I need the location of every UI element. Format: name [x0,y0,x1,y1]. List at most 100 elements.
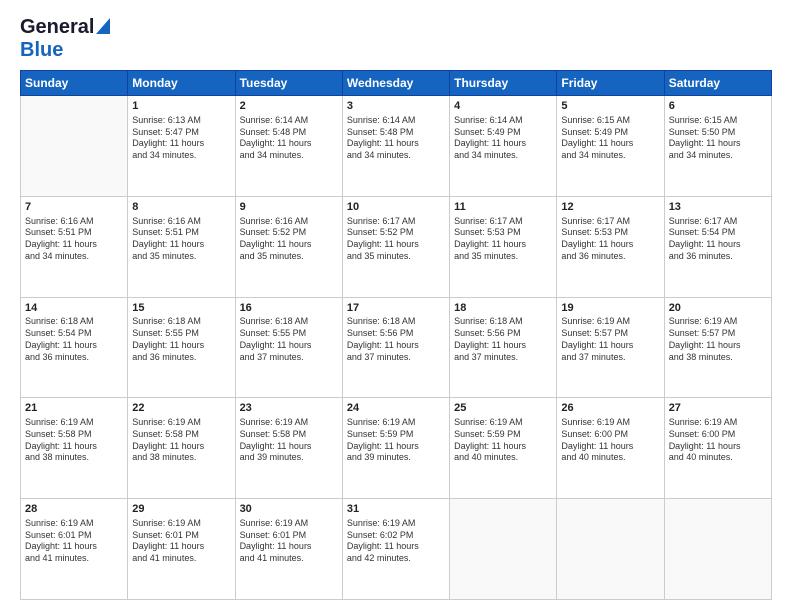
weekday-header-wednesday: Wednesday [342,71,449,96]
day-info: Sunrise: 6:17 AM Sunset: 5:53 PM Dayligh… [561,216,659,263]
weekday-header-row: SundayMondayTuesdayWednesdayThursdayFrid… [21,71,772,96]
calendar-cell: 27Sunrise: 6:19 AM Sunset: 6:00 PM Dayli… [664,398,771,499]
weekday-header-thursday: Thursday [450,71,557,96]
day-info: Sunrise: 6:19 AM Sunset: 5:59 PM Dayligh… [454,417,552,464]
day-number: 15 [132,301,230,316]
day-number: 11 [454,200,552,215]
day-info: Sunrise: 6:19 AM Sunset: 5:59 PM Dayligh… [347,417,445,464]
day-info: Sunrise: 6:17 AM Sunset: 5:54 PM Dayligh… [669,216,767,263]
day-info: Sunrise: 6:19 AM Sunset: 6:02 PM Dayligh… [347,518,445,565]
calendar-cell: 30Sunrise: 6:19 AM Sunset: 6:01 PM Dayli… [235,499,342,600]
day-info: Sunrise: 6:19 AM Sunset: 6:00 PM Dayligh… [669,417,767,464]
weekday-header-monday: Monday [128,71,235,96]
day-number: 18 [454,301,552,316]
day-info: Sunrise: 6:19 AM Sunset: 6:01 PM Dayligh… [240,518,338,565]
calendar-cell: 26Sunrise: 6:19 AM Sunset: 6:00 PM Dayli… [557,398,664,499]
day-info: Sunrise: 6:14 AM Sunset: 5:48 PM Dayligh… [240,115,338,162]
week-row-5: 28Sunrise: 6:19 AM Sunset: 6:01 PM Dayli… [21,499,772,600]
calendar-cell: 7Sunrise: 6:16 AM Sunset: 5:51 PM Daylig… [21,196,128,297]
calendar-cell: 28Sunrise: 6:19 AM Sunset: 6:01 PM Dayli… [21,499,128,600]
calendar-cell: 15Sunrise: 6:18 AM Sunset: 5:55 PM Dayli… [128,297,235,398]
day-number: 26 [561,401,659,416]
day-number: 23 [240,401,338,416]
calendar-table: SundayMondayTuesdayWednesdayThursdayFrid… [20,70,772,600]
calendar-cell: 8Sunrise: 6:16 AM Sunset: 5:51 PM Daylig… [128,196,235,297]
logo-general: General [20,16,94,39]
header: General Blue [20,16,772,62]
calendar-cell: 31Sunrise: 6:19 AM Sunset: 6:02 PM Dayli… [342,499,449,600]
day-number: 2 [240,99,338,114]
week-row-4: 21Sunrise: 6:19 AM Sunset: 5:58 PM Dayli… [21,398,772,499]
day-info: Sunrise: 6:14 AM Sunset: 5:49 PM Dayligh… [454,115,552,162]
calendar-cell: 13Sunrise: 6:17 AM Sunset: 5:54 PM Dayli… [664,196,771,297]
calendar-cell [557,499,664,600]
day-number: 27 [669,401,767,416]
day-number: 20 [669,301,767,316]
calendar-cell: 16Sunrise: 6:18 AM Sunset: 5:55 PM Dayli… [235,297,342,398]
calendar-cell: 17Sunrise: 6:18 AM Sunset: 5:56 PM Dayli… [342,297,449,398]
calendar-cell: 23Sunrise: 6:19 AM Sunset: 5:58 PM Dayli… [235,398,342,499]
calendar-cell: 2Sunrise: 6:14 AM Sunset: 5:48 PM Daylig… [235,96,342,197]
day-number: 17 [347,301,445,316]
day-info: Sunrise: 6:18 AM Sunset: 5:56 PM Dayligh… [347,316,445,363]
calendar-cell: 21Sunrise: 6:19 AM Sunset: 5:58 PM Dayli… [21,398,128,499]
calendar-cell: 6Sunrise: 6:15 AM Sunset: 5:50 PM Daylig… [664,96,771,197]
day-info: Sunrise: 6:19 AM Sunset: 5:57 PM Dayligh… [561,316,659,363]
logo-blue: Blue [20,39,63,61]
day-info: Sunrise: 6:19 AM Sunset: 5:57 PM Dayligh… [669,316,767,363]
day-info: Sunrise: 6:17 AM Sunset: 5:53 PM Dayligh… [454,216,552,263]
day-number: 4 [454,99,552,114]
calendar-cell: 12Sunrise: 6:17 AM Sunset: 5:53 PM Dayli… [557,196,664,297]
calendar-cell [664,499,771,600]
calendar-cell: 25Sunrise: 6:19 AM Sunset: 5:59 PM Dayli… [450,398,557,499]
day-info: Sunrise: 6:18 AM Sunset: 5:54 PM Dayligh… [25,316,123,363]
day-info: Sunrise: 6:18 AM Sunset: 5:55 PM Dayligh… [132,316,230,363]
calendar-cell: 3Sunrise: 6:14 AM Sunset: 5:48 PM Daylig… [342,96,449,197]
day-number: 31 [347,502,445,517]
day-info: Sunrise: 6:19 AM Sunset: 5:58 PM Dayligh… [240,417,338,464]
day-number: 5 [561,99,659,114]
calendar-cell [450,499,557,600]
day-info: Sunrise: 6:19 AM Sunset: 5:58 PM Dayligh… [25,417,123,464]
day-number: 19 [561,301,659,316]
page: General Blue SundayMondayTuesdayWednesda… [0,0,792,612]
day-number: 13 [669,200,767,215]
weekday-header-saturday: Saturday [664,71,771,96]
week-row-1: 1Sunrise: 6:13 AM Sunset: 5:47 PM Daylig… [21,96,772,197]
day-number: 25 [454,401,552,416]
day-info: Sunrise: 6:19 AM Sunset: 5:58 PM Dayligh… [132,417,230,464]
week-row-2: 7 Sunrise: 6:16 AM Sunset: 5:51 PM Daylig… [21,196,772,297]
calendar-cell: 20Sunrise: 6:19 AM Sunset: 5:57 PM Dayli… [664,297,771,398]
day-info: Sunrise: 6:18 AM Sunset: 5:55 PM Dayligh… [240,316,338,363]
calendar-cell: 5Sunrise: 6:15 AM Sunset: 5:49 PM Daylig… [557,96,664,197]
day-info: Sunrise: 6:15 AM Sunset: 5:50 PM Dayligh… [669,115,767,162]
day-number: 10 [347,200,445,215]
logo: General Blue [20,16,110,62]
calendar-cell: 19Sunrise: 6:19 AM Sunset: 5:57 PM Dayli… [557,297,664,398]
calendar-cell: 29Sunrise: 6:19 AM Sunset: 6:01 PM Dayli… [128,499,235,600]
day-info: Sunrise: 6:16 AM Sunset: 5:51 PM Dayligh… [132,216,230,263]
day-number: 12 [561,200,659,215]
day-info: Sunrise: 6:19 AM Sunset: 6:01 PM Dayligh… [25,518,123,565]
day-info: Sunrise: 6:16 AM Sunset: 5:52 PM Dayligh… [240,216,338,263]
day-info: Sunrise: 6:14 AM Sunset: 5:48 PM Dayligh… [347,115,445,162]
day-number: 30 [240,502,338,517]
weekday-header-tuesday: Tuesday [235,71,342,96]
day-number: 9 [240,200,338,215]
day-number: 22 [132,401,230,416]
day-number: 7 [25,200,123,215]
calendar-cell: 18Sunrise: 6:18 AM Sunset: 5:56 PM Dayli… [450,297,557,398]
calendar-cell: 24Sunrise: 6:19 AM Sunset: 5:59 PM Dayli… [342,398,449,499]
calendar-cell: 22Sunrise: 6:19 AM Sunset: 5:58 PM Dayli… [128,398,235,499]
weekday-header-friday: Friday [557,71,664,96]
day-number: 8 [132,200,230,215]
day-info: Sunrise: 6:17 AM Sunset: 5:52 PM Dayligh… [347,216,445,263]
calendar-cell: 4Sunrise: 6:14 AM Sunset: 5:49 PM Daylig… [450,96,557,197]
day-number: 3 [347,99,445,114]
day-number: 28 [25,502,123,517]
logo-triangle-icon [96,18,110,39]
calendar-cell: 1Sunrise: 6:13 AM Sunset: 5:47 PM Daylig… [128,96,235,197]
day-info: Sunrise: 6:13 AM Sunset: 5:47 PM Dayligh… [132,115,230,162]
calendar-cell [21,96,128,197]
day-info: Sunrise: 6:19 AM Sunset: 6:00 PM Dayligh… [561,417,659,464]
